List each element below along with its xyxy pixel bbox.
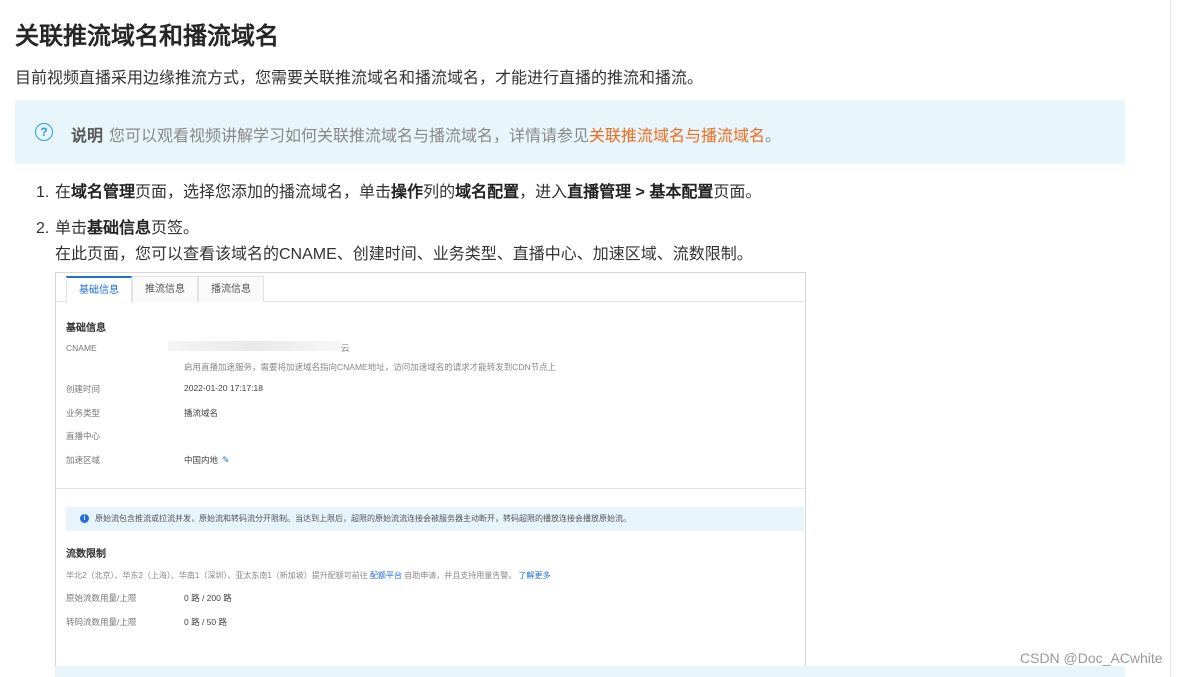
business-type-value: 播流域名 (184, 408, 219, 418)
origin-stream-value: 0 路 / 200 路 (184, 593, 232, 603)
question-circle-icon: ? (35, 123, 53, 141)
origin-stream-label: 原始流数用量/上限 (66, 593, 137, 603)
step-text: 在 (55, 184, 72, 201)
embedded-screenshot: 基础信息 推流信息 播流信息 基础信息 CNAME 云 启用直播加速服务，需要将… (55, 272, 806, 667)
cname-tail: 云 (341, 343, 350, 353)
intro-paragraph: 目前视频直播采用边缘推流方式，您需要关联推流域名和播流域名，才能进行直播的推流和… (15, 70, 704, 87)
info-bar: i 原始流包含推流或拉流并发，原始流和转码流分开限制。当达到上限后，超限的原始流… (66, 507, 804, 531)
tab-basic-info[interactable]: 基础信息 (66, 276, 132, 303)
cname-hint: 启用直播加速服务，需要将加速域名指向CNAME地址，访问加速域名的请求才能转发到… (184, 362, 557, 372)
live-center-label: 直播中心 (66, 431, 101, 441)
tab-play-info[interactable]: 播流信息 (198, 276, 264, 302)
step-number: 2. (36, 220, 50, 237)
region-value: 中国内地 ✎ (184, 454, 230, 466)
step-1: 1. 在域名管理页面，选择您添加的播流域名，单击操作列的域名配置，进入直播管理 … (36, 180, 1136, 206)
step-number: 1. (36, 184, 50, 201)
steps-list: 1. 在域名管理页面，选择您添加的播流域名，单击操作列的域名配置，进入直播管理 … (36, 180, 1136, 278)
cname-label: CNAME (66, 343, 97, 353)
step-2: 2. 单击基础信息页签。 在此页面，您可以查看该域名的CNAME、创建时间、业务… (36, 216, 1136, 268)
note-text: 说明 您可以观看视频讲解学习如何关联推流域名与播流域名，详情请参见关联推流域名与播… (71, 122, 781, 146)
note-link[interactable]: 关联推流域名与播流域名 (589, 128, 765, 145)
step-text: 列的 (423, 184, 456, 201)
limit-note-text: 华北2（北京）、华东2（上海）、华南1（深圳）、亚太东南1（新加坡）提升配额可前… (66, 571, 368, 580)
quota-platform-link[interactable]: 配额平台 (370, 571, 402, 580)
region-text: 中国内地 (184, 455, 219, 465)
basic-info-title: 基础信息 (66, 323, 106, 334)
created-time-label: 创建时间 (66, 384, 101, 394)
learn-more-link[interactable]: 了解更多 (519, 571, 551, 580)
region-label: 加速区域 (66, 455, 101, 465)
note-body: 您可以观看视频讲解学习如何关联推流域名与播流域名，详情请参见 (109, 128, 590, 145)
next-note-strip (55, 666, 1125, 677)
right-border (1170, 0, 1171, 677)
cname-value-redacted (168, 341, 343, 351)
tab-push-info[interactable]: 推流信息 (132, 276, 198, 302)
step-sub-text: 在此页面，您可以查看该域名的CNAME、创建时间、业务类型、直播中心、加速区域、… (55, 246, 753, 263)
business-type-label: 业务类型 (66, 408, 101, 418)
limit-note-mid: 自助申请，并且支持用量告警。 (404, 571, 517, 580)
step-bold: 域名配置 (455, 184, 520, 201)
edit-icon[interactable]: ✎ (222, 455, 230, 466)
step-bold: 基础信息 (87, 220, 152, 237)
section-divider (56, 488, 805, 489)
step-text: 页面，选择您添加的播流域名，单击 (135, 184, 392, 201)
step-bold: 直播管理 > 基本配置 (567, 184, 714, 201)
info-icon: i (80, 514, 89, 523)
step-bold: 操作 (391, 184, 424, 201)
page-title: 关联推流域名和播流域名 (15, 23, 279, 50)
step-text: 单击 (55, 220, 88, 237)
created-time-value: 2022-01-20 17:17:18 (184, 383, 263, 393)
step-text: ，进入 (519, 184, 568, 201)
note-end: 。 (765, 128, 782, 145)
stream-limit-note: 华北2（北京）、华东2（上海）、华南1（深圳）、亚太东南1（新加坡）提升配额可前… (66, 570, 551, 581)
step-bold: 域名管理 (71, 184, 136, 201)
step-text: 页签。 (151, 220, 200, 237)
watermark: CSDN @Doc_ACwhite (1020, 650, 1163, 666)
stream-limit-title: 流数限制 (66, 549, 106, 560)
note-label: 说明 (71, 128, 104, 145)
transcode-stream-label: 转码流数用量/上限 (66, 617, 137, 627)
step-text: 页面。 (713, 184, 762, 201)
transcode-stream-value: 0 路 / 50 路 (184, 617, 227, 627)
info-text: 原始流包含推流或拉流并发，原始流和转码流分开限制。当达到上限后，超限的原始流流连… (95, 514, 631, 523)
note-box: ? 说明 您可以观看视频讲解学习如何关联推流域名与播流域名，详情请参见关联推流域名… (15, 100, 1125, 164)
